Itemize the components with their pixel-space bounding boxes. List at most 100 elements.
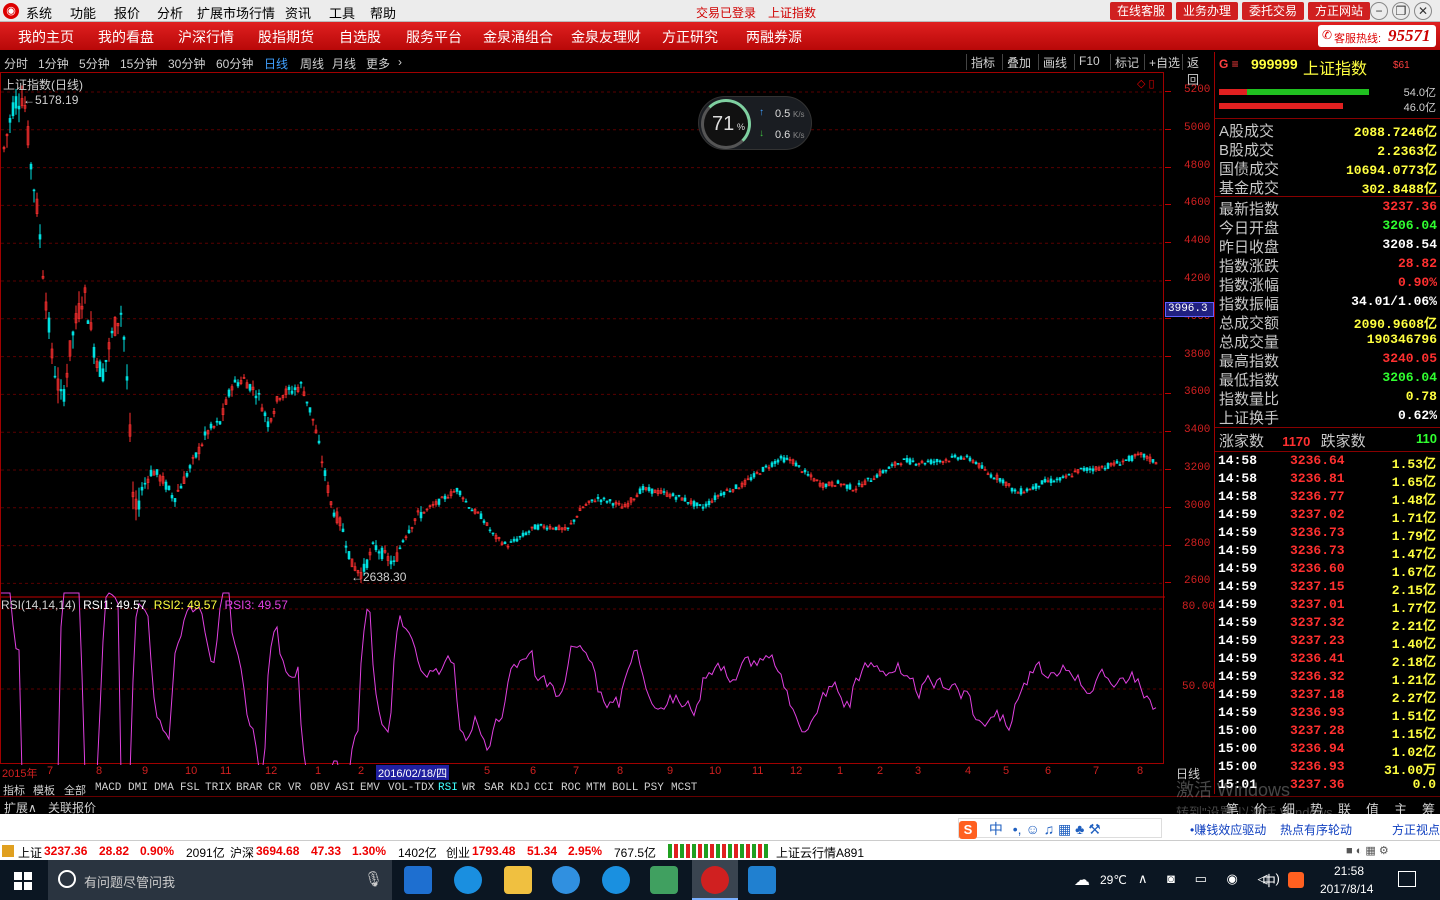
menu-item[interactable]: 资讯 — [285, 3, 311, 22]
menu-item[interactable]: 扩展市场行情 — [197, 3, 275, 22]
tray-ime[interactable]: 中 — [1262, 871, 1276, 891]
nav-item[interactable]: 我的主页 — [18, 27, 74, 47]
period-7[interactable]: 周线 — [300, 55, 324, 72]
indicator-tab[interactable]: MCST — [671, 782, 697, 794]
file-explorer-icon[interactable] — [504, 866, 532, 894]
news-link[interactable]: •赚钱效应驱动 — [1190, 821, 1266, 838]
menu-button[interactable]: 在线客服 — [1110, 2, 1172, 20]
indicator-tab[interactable]: PSY — [644, 782, 664, 794]
app-green-icon[interactable] — [650, 866, 678, 894]
windows-start-icon[interactable] — [14, 872, 32, 890]
period-4[interactable]: 30分钟 — [168, 55, 205, 72]
edge-icon[interactable] — [454, 866, 482, 894]
nav-item[interactable]: 金泉涌组合 — [483, 27, 553, 47]
tool-button[interactable]: 画线 — [1038, 54, 1071, 70]
nav-item[interactable]: 金泉友理财 — [571, 27, 641, 47]
candle-body — [62, 389, 66, 402]
menu-button[interactable]: 方正网站 — [1308, 2, 1370, 20]
menu-item[interactable]: 工具 — [329, 3, 355, 22]
nav-item[interactable]: 两融券源 — [746, 27, 802, 47]
indicator-tab[interactable]: RSI — [438, 782, 458, 794]
tool-button[interactable]: 指标 — [966, 54, 999, 70]
indicator-tab[interactable]: BRAR — [236, 782, 262, 794]
more-chevron-icon[interactable]: › — [398, 55, 402, 69]
candle-body — [458, 490, 462, 496]
indicator-tab[interactable]: DMI — [128, 782, 148, 794]
chart-corner-icons[interactable]: ◇ ▯ — [1137, 77, 1155, 90]
browser-icon[interactable] — [552, 866, 580, 894]
menu-button[interactable]: 业务办理 — [1176, 2, 1238, 20]
ime-toolbar[interactable]: S 中 •, ☺ ♫ ▦ ♣ ⚒ — [958, 818, 1162, 839]
candle-body — [173, 498, 177, 503]
nav-item[interactable]: 服务平台 — [406, 27, 462, 47]
quote-row: 最新指数 3237.36 — [1219, 198, 1437, 218]
founder-app-active[interactable] — [692, 860, 738, 900]
indicator-tab[interactable]: MACD — [95, 782, 121, 794]
clock-time[interactable]: 21:58 — [1334, 864, 1364, 878]
indicator-tab[interactable]: WR — [462, 782, 475, 794]
clock-date[interactable]: 2017/8/14 — [1320, 882, 1373, 896]
nav-item[interactable]: 股指期货 — [258, 27, 314, 47]
ie-icon[interactable] — [602, 866, 630, 894]
menu-bar: ◉ 系统 功能 报价 分析 扩展市场行情 资讯 工具 帮助 交易已登录 上证指数 在线客服 业务… — [0, 0, 1440, 22]
indicator-tab[interactable]: OBV — [310, 782, 330, 794]
kline-chart[interactable]: 上证指数(日线) ←5178.19 ←2638.30 RSI(14,14,14)… — [0, 72, 1165, 765]
restore-button[interactable]: ❐ — [1392, 2, 1410, 20]
news-link[interactable]: 方正视点 — [1392, 821, 1440, 838]
tool-button[interactable]: 叠加 — [1002, 54, 1035, 70]
period-8[interactable]: 月线 — [332, 55, 356, 72]
cortana-search[interactable]: 有问题尽管问我 🎙 — [48, 860, 392, 900]
candle-body — [989, 474, 993, 478]
row-value: 0.62% — [1397, 408, 1437, 423]
indicator-tab[interactable]: ROC — [561, 782, 581, 794]
tool-button[interactable]: +自选 — [1144, 54, 1184, 70]
price-tick-mark — [1165, 166, 1171, 168]
menu-button[interactable]: 委托交易 — [1242, 2, 1304, 20]
nav-item[interactable]: 方正研究 — [662, 27, 718, 47]
network-speed-widget[interactable]: 71 % ↑ 0.5 K/s ↓ 0.6 K/s — [698, 96, 812, 150]
period-6[interactable]: 日线 — [264, 55, 288, 72]
tool-button[interactable]: 返回 — [1182, 54, 1214, 87]
nav-item[interactable]: 自选股 — [339, 27, 381, 47]
indicator-tab[interactable]: CR — [268, 782, 281, 794]
indicator-tab[interactable]: FSL — [180, 782, 200, 794]
period-1[interactable]: 1分钟 — [38, 55, 69, 72]
indicator-tab[interactable]: CCI — [534, 782, 554, 794]
close-button[interactable]: ✕ — [1414, 2, 1432, 20]
menu-item[interactable]: 分析 — [157, 3, 183, 22]
period-2[interactable]: 5分钟 — [79, 55, 110, 72]
indicator-tab[interactable]: VR — [288, 782, 301, 794]
news-link[interactable]: 热点有序轮动 — [1280, 821, 1352, 838]
menu-item[interactable]: 报价 — [114, 3, 140, 22]
indicator-tab[interactable]: MTM — [586, 782, 606, 794]
period-3[interactable]: 15分钟 — [120, 55, 157, 72]
minimize-button[interactable]: − — [1370, 2, 1388, 20]
store-icon[interactable] — [404, 866, 432, 894]
period-0[interactable]: 分时 — [4, 55, 28, 72]
notification-icon[interactable] — [1398, 871, 1416, 887]
ticker-right-icons[interactable]: ■ ◐ ▦ ⚙ — [1346, 844, 1389, 857]
candle-body — [911, 460, 915, 463]
indicator-tab[interactable]: EMV — [360, 782, 380, 794]
indicator-tab[interactable]: BOLL — [612, 782, 638, 794]
indicator-tab[interactable]: DMA — [154, 782, 174, 794]
chat-app-icon[interactable] — [748, 866, 776, 894]
tool-button[interactable]: F10 — [1074, 54, 1104, 70]
nav-item[interactable]: 沪深行情 — [178, 27, 234, 47]
indicator-tab[interactable]: KDJ — [510, 782, 530, 794]
menu-item[interactable]: 帮助 — [370, 3, 396, 22]
indicator-tab[interactable]: VOL-TDX — [388, 782, 434, 794]
menu-item[interactable]: 功能 — [70, 3, 96, 22]
tool-button[interactable]: 标记 — [1110, 54, 1143, 70]
indicator-tab[interactable]: ASI — [335, 782, 355, 794]
tray-sogou-icon[interactable] — [1288, 872, 1304, 888]
menu-item[interactable]: 系统 — [26, 3, 52, 22]
indicator-tab[interactable]: TRIX — [205, 782, 231, 794]
candle-body — [677, 494, 681, 497]
candle-body — [1091, 468, 1095, 472]
period-5[interactable]: 60分钟 — [216, 55, 253, 72]
microphone-icon[interactable]: 🎙 — [364, 870, 383, 888]
nav-item[interactable]: 我的看盘 — [98, 27, 154, 47]
period-9[interactable]: 更多 — [366, 55, 390, 72]
indicator-tab[interactable]: SAR — [484, 782, 504, 794]
